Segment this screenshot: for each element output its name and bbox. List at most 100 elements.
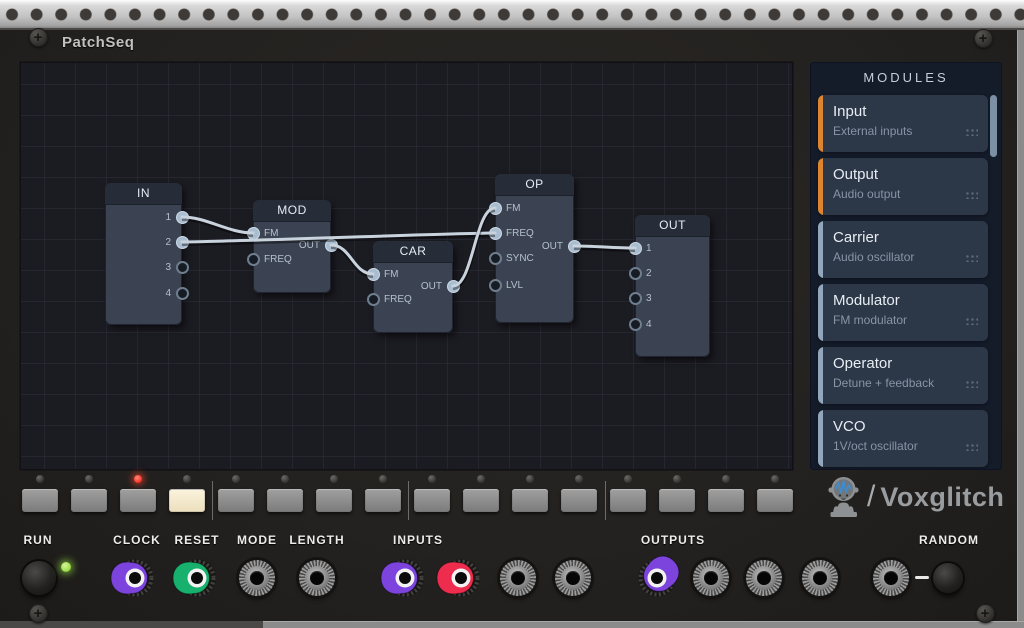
module-card-output[interactable]: OutputAudio output bbox=[818, 158, 988, 215]
port-2[interactable] bbox=[176, 236, 189, 249]
graph-node-mod[interactable]: MODFMFREQOUT bbox=[253, 200, 331, 293]
port-2[interactable] bbox=[629, 267, 642, 280]
button-group-separator bbox=[605, 481, 606, 520]
step-button-4[interactable] bbox=[169, 489, 205, 512]
output-1-jack[interactable] bbox=[626, 553, 684, 608]
port-lvl[interactable] bbox=[489, 279, 502, 292]
step-led-12 bbox=[575, 475, 583, 483]
step-led-9 bbox=[428, 475, 436, 483]
port-4[interactable] bbox=[629, 318, 642, 331]
length-jack[interactable] bbox=[299, 560, 335, 596]
step-button-6[interactable] bbox=[267, 489, 303, 512]
drag-handle-icon[interactable] bbox=[965, 191, 978, 199]
module-card-accent bbox=[818, 95, 823, 152]
brand-name: Voxglitch bbox=[880, 482, 1004, 513]
port-1[interactable] bbox=[629, 242, 642, 255]
input-1-jack[interactable] bbox=[374, 553, 432, 608]
patch-graph-panel[interactable]: IN1234MODFMFREQOUTCARFMFREQOUTOPFMFREQSY… bbox=[20, 62, 793, 470]
port-out[interactable] bbox=[325, 239, 338, 252]
drag-handle-icon[interactable] bbox=[965, 380, 978, 388]
step-button-2[interactable] bbox=[71, 489, 107, 512]
port-out[interactable] bbox=[447, 280, 460, 293]
module-card-vco[interactable]: VCO1V/oct oscillator bbox=[818, 410, 988, 467]
port-fm[interactable] bbox=[367, 268, 380, 281]
output-3-jack[interactable] bbox=[746, 560, 782, 596]
mode-jack[interactable] bbox=[239, 560, 275, 596]
port-label: SYNC bbox=[506, 252, 534, 265]
input-4-jack[interactable] bbox=[555, 560, 591, 596]
vertical-scrollbar-thumb[interactable] bbox=[1017, 30, 1024, 621]
port-fm[interactable] bbox=[489, 202, 502, 215]
sidebar-scrollbar-thumb[interactable] bbox=[990, 95, 997, 157]
port-freq[interactable] bbox=[367, 293, 380, 306]
module-card-title: Operator bbox=[833, 355, 892, 372]
random-knob[interactable] bbox=[933, 563, 963, 593]
port-label: 4 bbox=[646, 318, 652, 331]
module-card-carrier[interactable]: CarrierAudio oscillator bbox=[818, 221, 988, 278]
drag-handle-icon[interactable] bbox=[965, 443, 978, 451]
step-button-9[interactable] bbox=[414, 489, 450, 512]
port-label: OUT bbox=[299, 239, 320, 252]
patch-cable[interactable] bbox=[331, 245, 373, 274]
step-button-12[interactable] bbox=[561, 489, 597, 512]
module-card-input[interactable]: InputExternal inputs bbox=[818, 95, 988, 152]
output-2-jack[interactable] bbox=[693, 560, 729, 596]
port-freq[interactable] bbox=[247, 253, 260, 266]
port-sync[interactable] bbox=[489, 252, 502, 265]
vertical-scrollbar[interactable] bbox=[1017, 30, 1024, 621]
step-button-10[interactable] bbox=[463, 489, 499, 512]
output-4-jack[interactable] bbox=[802, 560, 838, 596]
module-card-operator[interactable]: OperatorDetune + feedback bbox=[818, 347, 988, 404]
control-label-reset: RESET bbox=[174, 533, 219, 547]
module-card-accent bbox=[818, 221, 823, 278]
port-3[interactable] bbox=[176, 261, 189, 274]
horizontal-scrollbar-thumb[interactable] bbox=[263, 621, 1024, 628]
step-led-13 bbox=[624, 475, 632, 483]
step-button-13[interactable] bbox=[610, 489, 646, 512]
screw-icon: + bbox=[29, 28, 48, 47]
reset-jack[interactable] bbox=[166, 553, 224, 608]
module-card-modulator[interactable]: ModulatorFM modulator bbox=[818, 284, 988, 341]
step-button-7[interactable] bbox=[316, 489, 352, 512]
run-button[interactable] bbox=[22, 561, 56, 595]
port-fm[interactable] bbox=[247, 227, 260, 240]
port-label: 1 bbox=[165, 211, 171, 224]
patch-cable[interactable] bbox=[453, 208, 495, 286]
step-button-3[interactable] bbox=[120, 489, 156, 512]
drag-handle-icon[interactable] bbox=[965, 254, 978, 262]
step-button-1[interactable] bbox=[22, 489, 58, 512]
module-card-subtitle: Audio output bbox=[833, 187, 900, 201]
drag-handle-icon[interactable] bbox=[965, 128, 978, 136]
step-button-16[interactable] bbox=[757, 489, 793, 512]
patch-cable[interactable] bbox=[182, 217, 253, 233]
step-led-11 bbox=[526, 475, 534, 483]
step-button-5[interactable] bbox=[218, 489, 254, 512]
step-button-14[interactable] bbox=[659, 489, 695, 512]
graph-node-op[interactable]: OPFMFREQSYNCLVLOUT bbox=[495, 174, 574, 323]
port-label: 4 bbox=[165, 287, 171, 300]
graph-node-car[interactable]: CARFMFREQOUT bbox=[373, 241, 453, 333]
graph-node-in[interactable]: IN1234 bbox=[105, 183, 182, 325]
port-3[interactable] bbox=[629, 292, 642, 305]
random-dash bbox=[915, 576, 929, 579]
brand-slash: / bbox=[867, 480, 875, 514]
port-label: 1 bbox=[646, 242, 652, 255]
step-button-11[interactable] bbox=[512, 489, 548, 512]
drag-handle-icon[interactable] bbox=[965, 317, 978, 325]
port-label: FREQ bbox=[264, 253, 292, 266]
port-4[interactable] bbox=[176, 287, 189, 300]
port-out[interactable] bbox=[568, 240, 581, 253]
patch-cable[interactable] bbox=[574, 246, 635, 248]
module-card-title: Carrier bbox=[833, 229, 879, 246]
port-1[interactable] bbox=[176, 211, 189, 224]
graph-node-out[interactable]: OUT1234 bbox=[635, 215, 710, 357]
port-freq[interactable] bbox=[489, 227, 502, 240]
input-2-jack[interactable] bbox=[430, 553, 488, 608]
step-button-8[interactable] bbox=[365, 489, 401, 512]
step-led-6 bbox=[281, 475, 289, 483]
step-button-15[interactable] bbox=[708, 489, 744, 512]
clock-jack[interactable] bbox=[104, 553, 162, 608]
horizontal-scrollbar[interactable] bbox=[0, 621, 1024, 628]
input-3-jack[interactable] bbox=[500, 560, 536, 596]
random-jack[interactable] bbox=[873, 560, 909, 596]
